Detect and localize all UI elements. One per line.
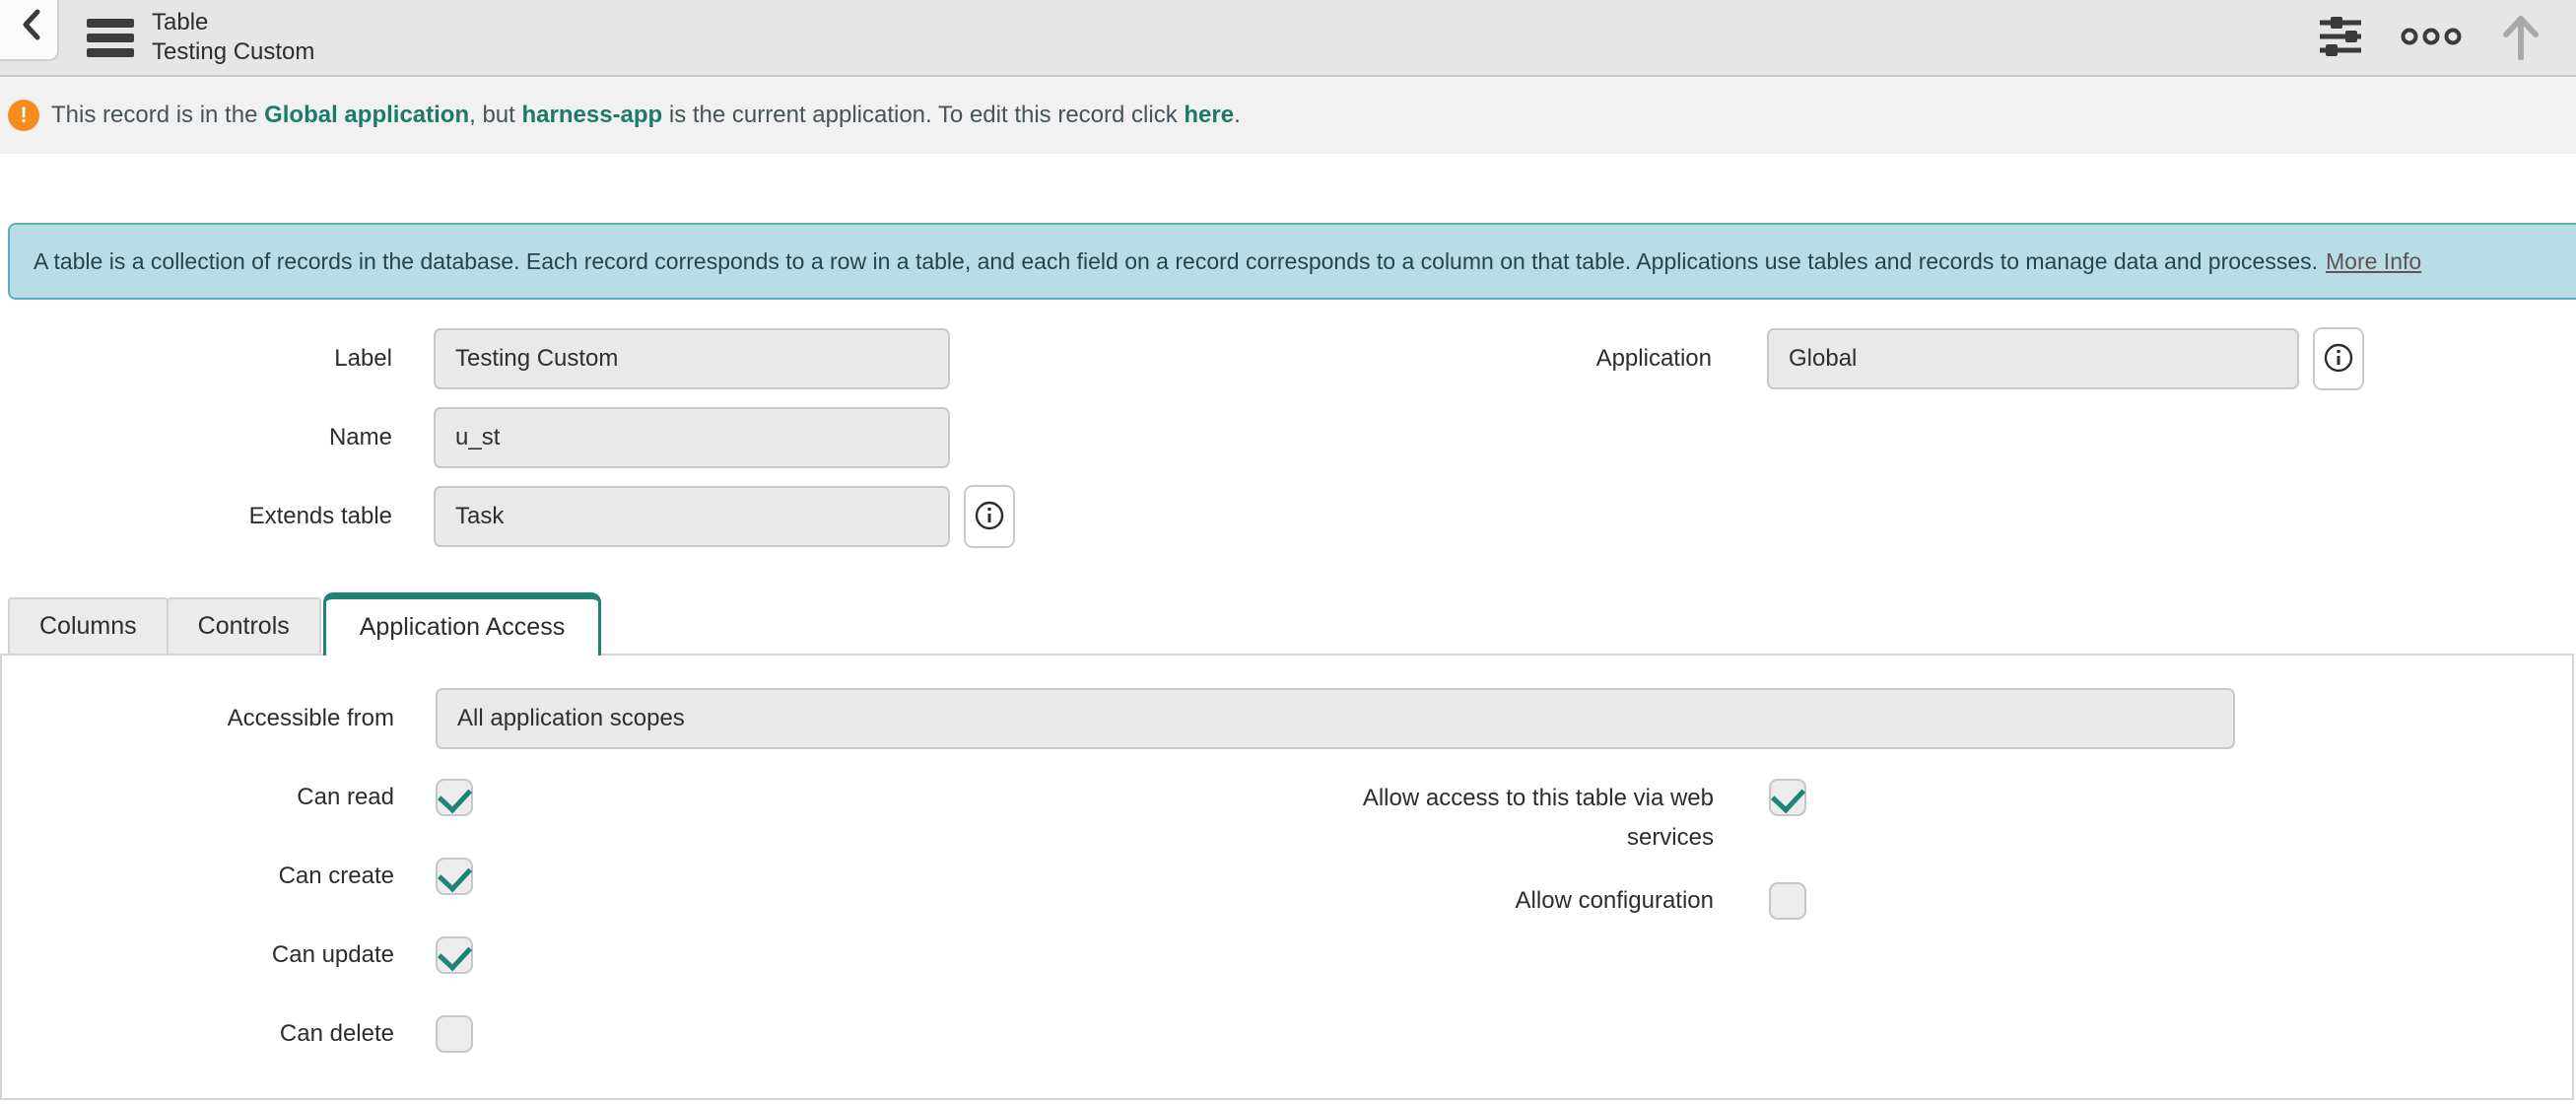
- record-type-label: Table: [152, 8, 314, 37]
- accessible-from-select[interactable]: All application scopes: [436, 688, 2235, 749]
- can-delete-checkbox[interactable]: [436, 1015, 473, 1053]
- accessible-from-label: Accessible from: [2, 705, 436, 732]
- warning-text-segment: This record is in the: [51, 102, 264, 128]
- application-field-label: Application: [1288, 345, 1767, 373]
- spacer: [0, 154, 2576, 223]
- can-create-label: Can create: [2, 863, 436, 890]
- chevron-left-icon: [20, 7, 43, 45]
- web-services-row: Allow access to this table via web servi…: [1290, 779, 2572, 858]
- arrow-up-icon: [2499, 13, 2542, 63]
- allow-configuration-checkbox[interactable]: [1769, 882, 1806, 920]
- name-input[interactable]: u_st: [434, 407, 950, 468]
- can-delete-label: Can delete: [2, 1020, 436, 1048]
- context-menu-icon[interactable]: [87, 19, 134, 57]
- cross-scope-warning: ! This record is in the Global applicati…: [0, 77, 2576, 154]
- name-field-label: Name: [0, 424, 434, 451]
- can-create-row: Can create: [2, 858, 1290, 895]
- personalize-form-button[interactable]: [2318, 16, 2363, 60]
- tab-application-access[interactable]: Application Access: [323, 592, 601, 656]
- application-input[interactable]: Global: [1767, 328, 2299, 389]
- table-info-banner: A table is a collection of records in th…: [8, 223, 2576, 300]
- form-right-column: Application Global: [1288, 328, 2576, 565]
- scroll-to-top-button[interactable]: [2499, 13, 2542, 63]
- page-title: Table Testing Custom: [152, 8, 314, 67]
- harness-app-link[interactable]: harness-app: [522, 102, 663, 128]
- warning-icon: !: [8, 100, 39, 131]
- can-delete-row: Can delete: [2, 1015, 1290, 1053]
- header-bar: Table Testing Custom: [0, 0, 2576, 77]
- header-actions: [2318, 13, 2576, 63]
- extends-table-input[interactable]: Task: [434, 486, 950, 547]
- record-form: Label Testing Custom Name u_st Extends t…: [0, 328, 2576, 565]
- label-field-row: Label Testing Custom: [0, 328, 1288, 389]
- extends-table-info-button[interactable]: [964, 485, 1015, 548]
- tab-columns[interactable]: Columns: [8, 597, 169, 654]
- warning-text-segment: is the current application. To edit this…: [662, 102, 1184, 128]
- form-left-column: Label Testing Custom Name u_st Extends t…: [0, 328, 1288, 565]
- info-circle-icon: [2323, 342, 2354, 377]
- table-record-page: Table Testing Custom: [0, 0, 2576, 1106]
- record-name-label: Testing Custom: [152, 37, 314, 67]
- extends-table-field-row: Extends table Task: [0, 486, 1288, 547]
- accessible-from-row: Accessible from All application scopes: [2, 688, 2572, 749]
- web-services-checkbox[interactable]: [1769, 779, 1806, 816]
- form-tabs: Columns Controls Application Access: [0, 590, 2576, 654]
- global-application-link[interactable]: Global application: [264, 102, 469, 128]
- label-input[interactable]: Testing Custom: [434, 328, 950, 389]
- allow-configuration-row: Allow configuration: [1290, 882, 2572, 920]
- can-create-checkbox[interactable]: [436, 858, 473, 895]
- edit-here-link[interactable]: here: [1184, 102, 1234, 128]
- label-field-label: Label: [0, 345, 434, 373]
- can-read-label: Can read: [2, 784, 436, 811]
- table-info-text: A table is a collection of records in th…: [34, 248, 2318, 275]
- access-checkboxes-left: Can read Can create Can update Can delet…: [2, 779, 1290, 1094]
- name-field-row: Name u_st: [0, 407, 1288, 468]
- can-read-row: Can read: [2, 779, 1290, 816]
- application-info-button[interactable]: [2313, 327, 2364, 390]
- can-update-row: Can update: [2, 936, 1290, 974]
- access-checkboxes-right: Allow access to this table via web servi…: [1290, 779, 2572, 1094]
- extends-table-label: Extends table: [0, 503, 434, 530]
- web-services-label: Allow access to this table via web servi…: [1290, 779, 1769, 858]
- can-update-label: Can update: [2, 941, 436, 969]
- sliders-icon: [2318, 16, 2363, 60]
- application-field-row: Application Global: [1288, 328, 2576, 389]
- three-dots-icon: [2401, 26, 2462, 50]
- web-services-label-text: Allow access to this table via web servi…: [1329, 779, 1714, 858]
- info-circle-icon: [974, 500, 1005, 534]
- warning-message: This record is in the Global application…: [51, 102, 1241, 129]
- can-update-checkbox[interactable]: [436, 936, 473, 974]
- back-button[interactable]: [0, 0, 59, 61]
- application-access-panel: Accessible from All application scopes C…: [0, 654, 2574, 1100]
- more-info-link[interactable]: More Info: [2326, 248, 2421, 275]
- allow-configuration-label: Allow configuration: [1290, 887, 1769, 915]
- warning-text-segment: , but: [469, 102, 521, 128]
- warning-text-segment: .: [1234, 102, 1241, 128]
- more-options-button[interactable]: [2401, 26, 2462, 50]
- access-checkboxes: Can read Can create Can update Can delet…: [2, 779, 2572, 1094]
- tab-controls[interactable]: Controls: [167, 597, 321, 654]
- can-read-checkbox[interactable]: [436, 779, 473, 816]
